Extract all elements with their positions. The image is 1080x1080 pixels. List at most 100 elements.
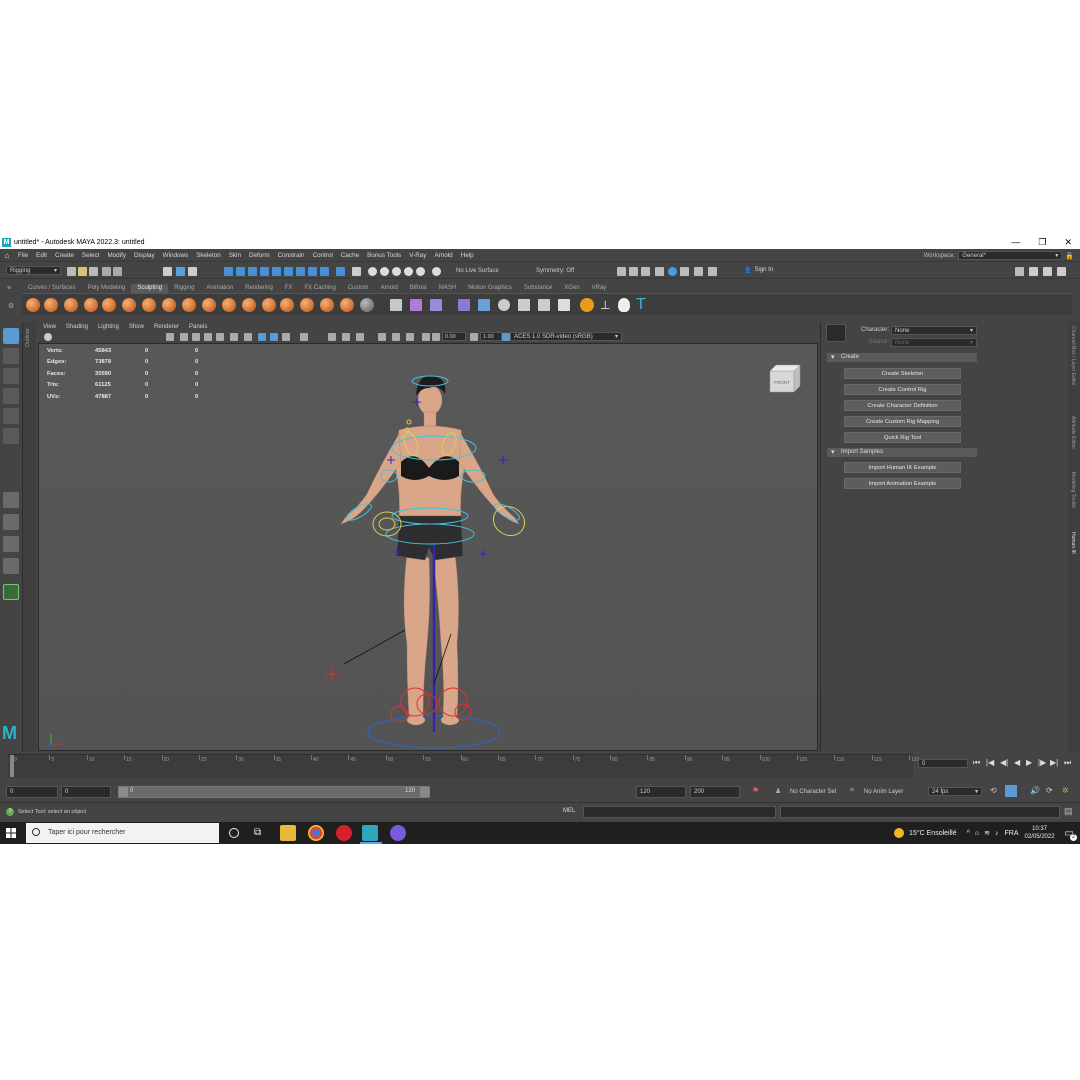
snap-live-icon[interactable] — [284, 267, 293, 276]
import-samples-section-header[interactable]: Import Samples — [827, 448, 977, 457]
viewport[interactable]: Verts: 45843 0 0 Edges: 73878 0 0 Faces: 30590 0… — [38, 343, 818, 751]
select-object-icon[interactable] — [176, 267, 185, 276]
wifi-icon[interactable]: ≋ — [984, 829, 990, 837]
maximize-button[interactable]: ❐ — [1038, 236, 1046, 249]
shelf-tab-motion-graphics[interactable]: Motion Graphics — [462, 284, 518, 293]
maya-taskbar-icon[interactable] — [362, 825, 378, 841]
magnet-icon[interactable] — [380, 267, 389, 276]
snap-projected-icon[interactable] — [296, 267, 305, 276]
shelf-tab-animation[interactable]: Animation — [200, 284, 239, 293]
sculpt-settings-icon[interactable] — [390, 299, 402, 311]
vp-menu-panels[interactable]: Panels — [184, 324, 212, 330]
command-input[interactable] — [583, 806, 776, 818]
vp-menu-show[interactable]: Show — [124, 324, 149, 330]
create-skeleton-button[interactable]: Create Skeleton — [844, 368, 961, 379]
gamma-icon[interactable] — [470, 333, 478, 341]
isolate-icon[interactable] — [258, 333, 266, 341]
create-character-definition-button[interactable]: Create Character Definition — [844, 400, 961, 411]
select-component-icon[interactable] — [188, 267, 197, 276]
view-cube[interactable]: FRONT — [768, 363, 802, 393]
wireframe-icon[interactable] — [180, 333, 188, 341]
tab-channel-box[interactable]: Channel Box / Layer Editor — [1070, 326, 1076, 386]
vp-menu-view[interactable]: View — [38, 324, 61, 330]
quad-draw-icon[interactable] — [538, 299, 550, 311]
shadows-icon[interactable] — [230, 333, 238, 341]
uv-editor-icon[interactable] — [478, 299, 490, 311]
menu-control[interactable]: Control — [309, 252, 337, 259]
sculpt-tool-icon[interactable] — [26, 298, 40, 312]
range-start-handle[interactable] — [119, 787, 128, 797]
single-view-icon[interactable] — [3, 492, 19, 508]
paint-select-icon[interactable] — [3, 368, 19, 384]
knife-tool-icon[interactable] — [280, 298, 294, 312]
arnold-render-icon[interactable] — [694, 267, 703, 276]
volume-icon[interactable]: ♪ — [995, 830, 999, 837]
render-icon[interactable] — [617, 267, 626, 276]
current-time-marker[interactable] — [10, 755, 14, 777]
chevron-up-icon[interactable]: ^ — [967, 830, 970, 837]
menu-help[interactable]: Help — [457, 252, 478, 259]
shelf-tab-substance[interactable]: Substance — [518, 284, 558, 293]
snap-curve-icon[interactable] — [236, 267, 245, 276]
retopo-icon[interactable] — [518, 299, 530, 311]
wax-tool-icon[interactable] — [222, 298, 236, 312]
render-view-icon[interactable] — [629, 267, 638, 276]
image-plane-icon[interactable] — [458, 299, 470, 311]
shelf-tab-sculpting[interactable]: Sculpting — [131, 284, 169, 293]
sync-icon[interactable]: ⟳ — [1046, 786, 1053, 795]
motion-blur-icon[interactable] — [300, 333, 308, 341]
redo-icon[interactable] — [113, 267, 122, 276]
camera-icon[interactable] — [44, 333, 52, 341]
import-animation-example-button[interactable]: Import Animation Example — [844, 478, 961, 489]
wrap-icon[interactable] — [498, 299, 510, 311]
close-button[interactable]: ✕ — [1064, 236, 1072, 249]
human-figure-icon[interactable]: T — [636, 296, 652, 314]
clock[interactable]: 10:37 02/05/2022 — [1025, 825, 1055, 841]
textured-icon[interactable] — [204, 333, 212, 341]
outliner-tab[interactable]: Outliner — [22, 322, 36, 752]
chrome-icon[interactable] — [308, 825, 324, 841]
new-scene-icon[interactable] — [67, 267, 76, 276]
live-surface-label[interactable]: No Live Surface — [456, 268, 499, 274]
network-icon[interactable]: ⌂ — [975, 830, 979, 837]
select-tool-icon[interactable] — [3, 328, 19, 344]
task-view-icon[interactable]: ⧉ — [254, 827, 261, 838]
menu-skin[interactable]: Skin — [225, 252, 245, 259]
tab-modeling-toolkit[interactable]: Modeling Toolkit — [1070, 472, 1076, 508]
anim-end-field[interactable]: 200 — [690, 786, 740, 798]
shelf-tab-custom[interactable]: Custom — [342, 284, 375, 293]
imprint-tool-icon[interactable] — [202, 298, 216, 312]
xray-icon[interactable] — [270, 333, 278, 341]
magnet-4-icon[interactable] — [416, 267, 425, 276]
menu-windows[interactable]: Windows — [159, 252, 193, 259]
shelf-tab-rigging[interactable]: Rigging — [168, 284, 200, 293]
save-scene-icon[interactable] — [89, 267, 98, 276]
tab-attribute-editor[interactable]: Attribute Editor — [1070, 416, 1076, 449]
auto-key-icon[interactable]: ⚑ — [752, 786, 759, 795]
character-rig[interactable] — [289, 344, 589, 751]
pinch-tool-icon[interactable] — [102, 298, 116, 312]
script-editor-icon[interactable]: ▤ — [1064, 806, 1073, 817]
exposure-field[interactable]: 0.00 — [442, 332, 466, 341]
shelf-tab-mash[interactable]: MASH — [433, 284, 462, 293]
magnet-3-icon[interactable] — [404, 267, 413, 276]
render-settings-icon[interactable] — [655, 267, 664, 276]
input-ops-icon[interactable] — [352, 267, 361, 276]
lights-icon[interactable] — [216, 333, 224, 341]
repeat-tool-icon[interactable] — [182, 298, 196, 312]
step-back-key-icon[interactable]: |◀ — [986, 758, 994, 767]
spray-tool-icon[interactable] — [162, 298, 176, 312]
notification-icon[interactable]: ▭ 2 — [1065, 828, 1077, 841]
ipr-icon[interactable] — [641, 267, 650, 276]
menuset-dropdown[interactable]: Rigging ▾ — [6, 266, 61, 275]
menu-create[interactable]: Create — [51, 252, 78, 259]
menu-select[interactable]: Select — [78, 252, 104, 259]
foamy-tool-icon[interactable] — [142, 298, 156, 312]
resolution-icon[interactable] — [356, 333, 364, 341]
color-management-icon[interactable] — [502, 333, 510, 341]
shelf-tab-poly-modeling[interactable]: Poly Modeling — [82, 284, 132, 293]
shelf-tab-fx-caching[interactable]: FX Caching — [298, 284, 341, 293]
smooth-shade-icon[interactable] — [192, 333, 200, 341]
weather-text[interactable]: 15°C Ensoleillé — [909, 830, 957, 837]
aa-icon[interactable] — [328, 333, 336, 341]
